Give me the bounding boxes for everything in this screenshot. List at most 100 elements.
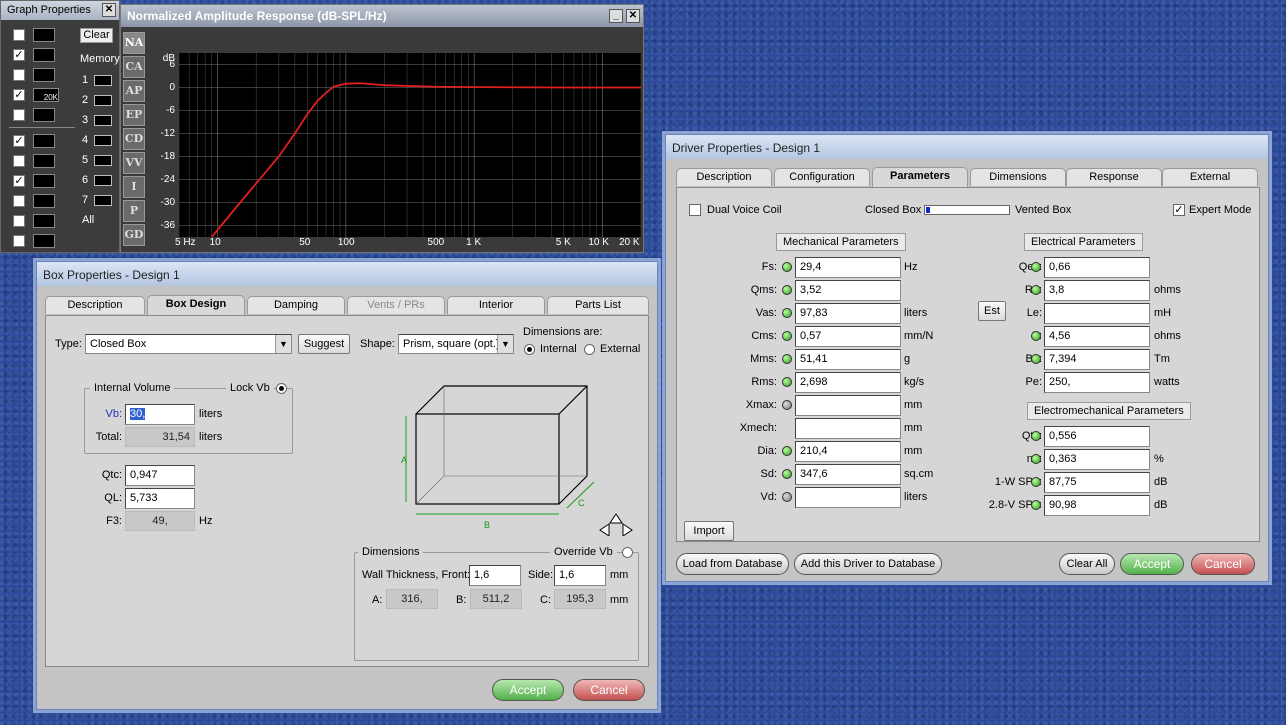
memory-slot[interactable]: 7 <box>82 194 118 206</box>
close-icon[interactable]: ✕ <box>626 9 640 23</box>
marker-icon[interactable] <box>33 108 55 122</box>
cms-input[interactable]: 0,57 <box>795 326 901 347</box>
expert-mode-checkbox[interactable]: ✓ <box>1173 204 1185 216</box>
tab-damping[interactable]: Damping <box>247 296 345 314</box>
z-input[interactable]: 4,56 <box>1044 326 1150 347</box>
graph-option-checkbox[interactable] <box>13 109 25 121</box>
tab-response[interactable]: Response <box>1066 168 1162 186</box>
minimize-icon[interactable]: _ <box>609 9 623 23</box>
qms-input[interactable]: 3,52 <box>795 280 901 301</box>
ql-input[interactable]: 5,733 <box>125 488 195 509</box>
close-icon[interactable]: ✕ <box>102 3 116 17</box>
accept-button[interactable]: Accept <box>1120 553 1184 575</box>
memory-slot[interactable]: 1 <box>82 74 118 86</box>
memory-slot-box[interactable] <box>94 115 112 126</box>
fs-input[interactable]: 29,4 <box>795 257 901 278</box>
memory-slot[interactable]: 3 <box>82 114 118 126</box>
plus-icon[interactable] <box>33 28 55 42</box>
qes-input[interactable]: 0,66 <box>1044 257 1150 278</box>
tab-interior[interactable]: Interior <box>447 296 545 314</box>
speaker-c-icon[interactable] <box>33 174 55 188</box>
mms-input[interactable]: 51,41 <box>795 349 901 370</box>
rms-input[interactable]: 2,698 <box>795 372 901 393</box>
add-driver-to-database-button[interactable]: Add this Driver to Database <box>794 553 942 575</box>
wall-front-input[interactable]: 1,6 <box>469 565 521 586</box>
freq-icon[interactable]: 20K <box>33 88 59 102</box>
est-button[interactable]: Est <box>978 301 1006 321</box>
graph-option-checkbox[interactable] <box>13 69 25 81</box>
sd-input[interactable]: 347,6 <box>795 464 901 485</box>
slider-thumb[interactable] <box>926 207 930 213</box>
rotate-arrows-icon[interactable] <box>599 513 633 536</box>
view-gd-button[interactable]: GD <box>123 224 145 246</box>
tab-parts-list[interactable]: Parts List <box>547 296 649 314</box>
box-type-slider[interactable] <box>924 205 1010 215</box>
wall-side-input[interactable]: 1,6 <box>554 565 606 586</box>
le-input[interactable] <box>1044 303 1150 324</box>
tab-vents-prs[interactable]: Vents / PRs <box>347 296 445 314</box>
2-8-v-spl-input[interactable]: 90,98 <box>1044 495 1150 516</box>
tab-parameters[interactable]: Parameters <box>872 167 968 187</box>
grid-icon[interactable] <box>33 48 55 62</box>
memory-slot-box[interactable] <box>94 195 112 206</box>
tab-external[interactable]: External <box>1162 168 1258 186</box>
speaker-e-icon[interactable] <box>33 214 55 228</box>
memory-slot[interactable]: 2 <box>82 94 118 106</box>
tab-description[interactable]: Description <box>676 168 772 186</box>
vas-input[interactable]: 97,83 <box>795 303 901 324</box>
memory-slot-box[interactable] <box>94 155 112 166</box>
lock-vb-radio[interactable] <box>276 383 287 394</box>
graph-option-checkbox[interactable] <box>13 29 25 41</box>
speaker-d-icon[interactable] <box>33 194 55 208</box>
dual-voice-coil-checkbox[interactable] <box>689 204 701 216</box>
graph-option-checkbox[interactable]: ✓ <box>13 175 25 187</box>
cancel-button[interactable]: Cancel <box>573 679 645 701</box>
memory-slot[interactable]: 6 <box>82 174 118 186</box>
accept-button[interactable]: Accept <box>492 679 564 701</box>
dia-input[interactable]: 210,4 <box>795 441 901 462</box>
range-icon[interactable] <box>33 68 55 82</box>
memory-slot-box[interactable] <box>94 135 112 146</box>
clear-button[interactable]: Clear <box>80 28 113 43</box>
speaker-f-icon[interactable] <box>33 234 55 248</box>
1-w-spl-input[interactable]: 87,75 <box>1044 472 1150 493</box>
qtc-input[interactable]: 0,947 <box>125 465 195 486</box>
memory-slot-box[interactable] <box>94 75 112 86</box>
view-cd-button[interactable]: CD <box>123 128 145 150</box>
memory-slot[interactable]: 4 <box>82 134 118 146</box>
view-ap-button[interactable]: AP <box>123 80 145 102</box>
view-ca-button[interactable]: CA <box>123 56 145 78</box>
graph-option-checkbox[interactable] <box>13 215 25 227</box>
no-input[interactable]: 0,363 <box>1044 449 1150 470</box>
internal-radio[interactable] <box>524 344 535 355</box>
graph-option-checkbox[interactable] <box>13 195 25 207</box>
memory-slot-box[interactable] <box>94 175 112 186</box>
shape-select[interactable]: Prism, square (opt.) ▼ <box>398 334 514 354</box>
view-ep-button[interactable]: EP <box>123 104 145 126</box>
graph-option-checkbox[interactable]: ✓ <box>13 135 25 147</box>
type-select[interactable]: Closed Box ▼ <box>85 334 292 354</box>
memory-slot[interactable]: All <box>82 214 118 226</box>
load-from-database-button[interactable]: Load from Database <box>676 553 789 575</box>
tab-box-design[interactable]: Box Design <box>147 295 245 315</box>
xmax-input[interactable] <box>795 395 901 416</box>
view-p-button[interactable]: P <box>123 200 145 222</box>
speaker-b-icon[interactable] <box>33 154 55 168</box>
vd-input[interactable] <box>795 487 901 508</box>
view-vv-button[interactable]: VV <box>123 152 145 174</box>
tab-dimensions[interactable]: Dimensions <box>970 168 1066 186</box>
graph-option-checkbox[interactable] <box>13 235 25 247</box>
external-radio[interactable] <box>584 344 595 355</box>
view-na-button[interactable]: NA <box>123 32 145 54</box>
override-vb-radio[interactable] <box>622 547 633 558</box>
re-input[interactable]: 3,8 <box>1044 280 1150 301</box>
vb-input[interactable]: 30, <box>125 404 195 425</box>
view-i-button[interactable]: I <box>123 176 145 198</box>
graph-option-checkbox[interactable]: ✓ <box>13 49 25 61</box>
xmech-input[interactable] <box>795 418 901 439</box>
memory-slot[interactable]: 5 <box>82 154 118 166</box>
qts-input[interactable]: 0,556 <box>1044 426 1150 447</box>
bl-input[interactable]: 7,394 <box>1044 349 1150 370</box>
tab-description[interactable]: Description <box>45 296 145 314</box>
clear-all-button[interactable]: Clear All <box>1059 553 1115 575</box>
